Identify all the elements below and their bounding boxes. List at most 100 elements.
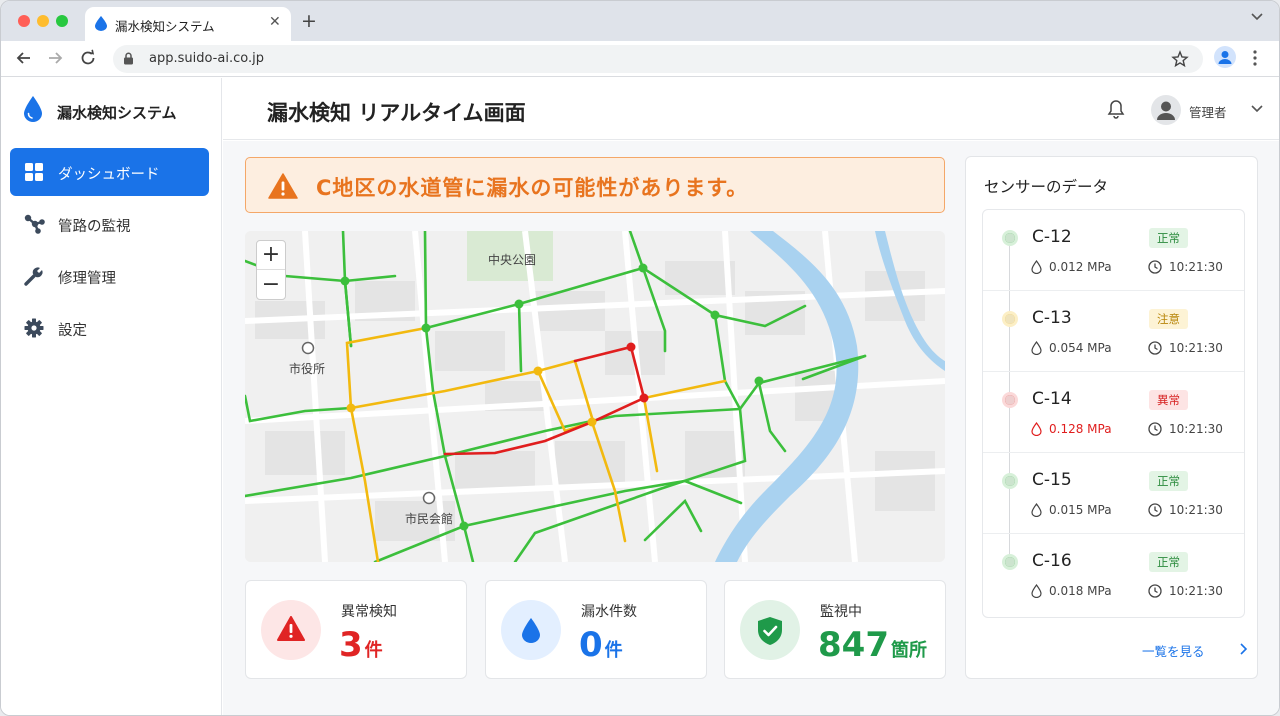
water-drop-icon [95,16,107,31]
url-text: app.suido-ai.co.jp [149,51,264,66]
stat-label: 異常検知 [341,604,397,620]
new-tab-button[interactable]: + [301,10,317,32]
sensor-row[interactable]: C-16 正常 0.018 MPa 10:21:30 [983,534,1244,615]
lock-icon [124,52,133,65]
user-avatar[interactable] [1151,95,1181,125]
stat-value: 3件 [339,625,383,665]
alert-message: C地区の水道管に漏水の可能性があります。 [316,176,749,200]
sidebar-item-pipe-monitoring[interactable]: 管路の監視 [10,200,209,248]
stat-value: 0件 [579,625,623,665]
sensor-time: 10:21:30 [1169,584,1223,598]
sensor-id: C-13 [1032,308,1072,328]
stat-unit: 件 [604,640,623,661]
clock-icon [1148,260,1162,274]
sensor-row[interactable]: C-12 正常 0.012 MPa 10:21:30 [983,210,1244,291]
sensor-time: 10:21:30 [1169,503,1223,517]
water-drop-icon [1031,503,1042,517]
sensor-time: 10:21:30 [1169,260,1223,274]
stat-card-anomalies[interactable]: 異常検知 3件 [245,580,467,679]
chevron-down-icon[interactable] [1251,11,1263,21]
browser-window: 漏水検知システム ✕ + app.suido-ai.co.jp 漏水検知システム… [0,0,1280,716]
notification-bell-icon[interactable] [1107,99,1125,119]
water-drop-icon [1031,260,1042,274]
sidebar-item-dashboard[interactable]: ダッシュボード [10,148,209,196]
minimize-window-button[interactable] [37,15,49,27]
zoom-in-button[interactable]: + [257,241,285,270]
sensor-row[interactable]: C-13 注意 0.054 MPa 10:21:30 [983,291,1244,372]
back-arrow-icon[interactable] [15,49,33,67]
status-badge: 異常 [1149,390,1188,410]
view-all-link[interactable]: 一覧を見る [1142,641,1205,660]
user-name[interactable]: 管理者 [1189,102,1227,121]
sidebar-item-label: 管路の監視 [58,219,131,235]
status-dot-caution [1002,311,1018,327]
sidebar-item-label: 設定 [58,323,87,339]
status-badge: 正常 [1149,471,1188,491]
sensor-row[interactable]: C-15 正常 0.015 MPa 10:21:30 [983,453,1244,534]
address-bar[interactable]: app.suido-ai.co.jp [113,45,1203,73]
pipe-network-icon [24,214,45,234]
shield-check-icon [758,617,782,645]
chevron-down-icon[interactable] [1251,103,1263,113]
city-hall-marker-icon [301,341,315,355]
stat-unit: 件 [364,640,383,661]
sensor-data-panel: センサーのデータ C-12 正常 0.012 MPa 10:21:30 C-13… [965,156,1258,679]
browser-toolbar: app.suido-ai.co.jp [1,41,1279,77]
stat-icon-circle [740,600,800,660]
browser-tab[interactable]: 漏水検知システム ✕ [85,7,291,41]
water-drop-icon [1031,341,1042,355]
main-content: C地区の水道管に漏水の可能性があります。 中央公園 市役所 市民会館 + − 異… [223,141,1279,715]
forward-arrow-icon[interactable] [46,49,64,67]
sensor-pressure: 0.015 MPa [1049,503,1112,517]
app-brand: 漏水検知システム [57,104,177,122]
pipe-network-map[interactable]: 中央公園 市役所 市民会館 + − [245,231,945,562]
tab-title: 漏水検知システム [115,19,215,34]
sensor-id: C-15 [1032,470,1072,490]
sidebar-item-repair-management[interactable]: 修理管理 [10,252,209,300]
status-dot-normal [1002,473,1018,489]
stat-unit: 箇所 [890,640,927,661]
sensor-row[interactable]: C-14 異常 0.128 MPa 10:21:30 [983,372,1244,453]
tab-close-icon[interactable]: ✕ [269,14,281,30]
wrench-icon [24,267,43,286]
status-dot-normal [1002,554,1018,570]
sensor-id: C-12 [1032,227,1072,247]
page-header: 漏水検知 リアルタイム画面 管理者 [223,78,1279,140]
map-label-civic-hall: 市民会館 [405,512,454,526]
zoom-out-button[interactable]: − [257,271,285,300]
profile-avatar-icon[interactable] [1214,46,1236,68]
water-drop-icon [522,618,540,643]
dashboard-grid-icon [25,163,43,181]
sidebar-item-settings[interactable]: 設定 [10,304,209,352]
gear-icon [24,318,44,338]
status-badge: 注意 [1149,309,1188,329]
stat-card-monitoring[interactable]: 監視中 847 箇所 [724,580,946,679]
maximize-window-button[interactable] [56,15,68,27]
stat-label: 監視中 [820,604,862,620]
sensor-time: 10:21:30 [1169,341,1223,355]
sensor-id: C-14 [1032,389,1072,409]
page-title: 漏水検知 リアルタイム画面 [267,101,526,125]
map-canvas [245,231,945,562]
map-label-park: 中央公園 [488,253,537,267]
warning-icon [268,173,298,199]
sidebar-item-label: 修理管理 [58,271,116,287]
clock-icon [1148,422,1162,436]
browser-menu-icon[interactable] [1253,50,1257,66]
sensor-list: C-12 正常 0.012 MPa 10:21:30 C-13 注意 0.054… [982,209,1245,618]
water-drop-icon [1031,584,1042,598]
reload-icon[interactable] [79,49,97,67]
status-dot-normal [1002,230,1018,246]
water-drop-logo-icon [24,96,42,122]
close-window-button[interactable] [18,15,30,27]
chevron-right-icon[interactable] [1238,643,1248,655]
bookmark-star-icon[interactable] [1171,50,1189,68]
leak-alert-banner: C地区の水道管に漏水の可能性があります。 [245,157,945,213]
warning-icon [277,616,305,641]
clock-icon [1148,341,1162,355]
sensor-pressure: 0.054 MPa [1049,341,1112,355]
stat-card-leaks[interactable]: 漏水件数 0件 [485,580,707,679]
sensor-pressure: 0.128 MPa [1049,422,1112,436]
panel-title: センサーのデータ [984,178,1109,196]
map-zoom-control: + − [256,240,286,300]
